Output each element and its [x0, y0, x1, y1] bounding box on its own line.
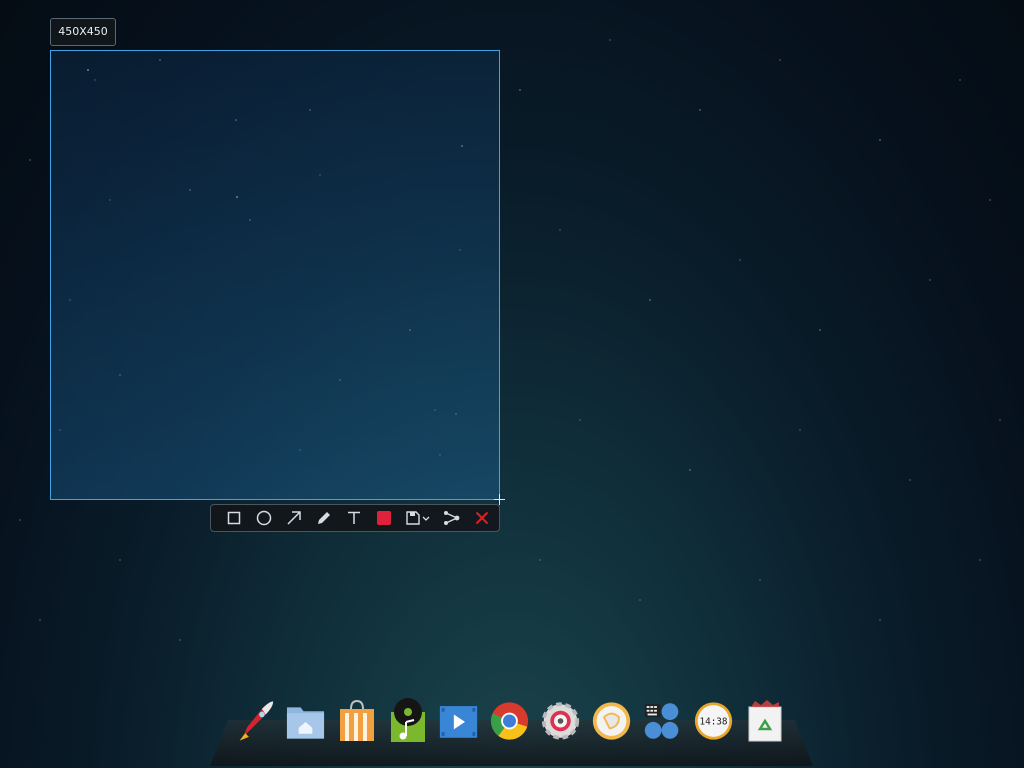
keyboard-icon [644, 703, 679, 739]
save-icon [406, 511, 430, 525]
dock-item-clock[interactable]: 14:38 [693, 698, 734, 744]
capture-selection-area[interactable] [50, 50, 500, 500]
home-folder-icon [286, 707, 325, 739]
dock-item-music-player[interactable] [387, 698, 428, 744]
color-swatch-icon [377, 511, 391, 525]
rectangle-tool[interactable] [219, 505, 249, 531]
desktop: 450X450 14:38 [0, 0, 1024, 768]
share-icon [444, 511, 460, 525]
dock-item-video-player[interactable] [438, 698, 479, 744]
ellipse-icon [256, 510, 272, 526]
dock-item-app-store[interactable] [336, 698, 377, 744]
trash-icon [748, 700, 781, 742]
shopping-bag-icon [339, 699, 374, 741]
color-picker[interactable] [369, 505, 399, 531]
clock-icon: 14:38 [694, 702, 733, 740]
dock-item-chat[interactable] [591, 698, 632, 744]
save-tool[interactable] [399, 505, 437, 531]
dock: 14:38 [210, 698, 813, 768]
dock-item-input-method[interactable] [642, 698, 683, 744]
annotation-toolbar [210, 504, 500, 532]
pen-tool[interactable] [309, 505, 339, 531]
pencil-icon [318, 512, 330, 524]
chrome-icon [490, 702, 529, 740]
close-icon [475, 511, 489, 525]
dock-item-chrome[interactable] [489, 698, 530, 744]
close-tool[interactable] [467, 505, 497, 531]
text-tool[interactable] [339, 505, 369, 531]
ellipse-tool[interactable] [249, 505, 279, 531]
arrow-icon [287, 511, 301, 525]
text-icon [348, 511, 360, 524]
rectangle-icon [227, 511, 241, 525]
dock-item-file-manager[interactable] [285, 698, 326, 744]
music-icon [390, 698, 425, 742]
clock-time-text: 14:38 [700, 717, 728, 728]
dock-item-launcher[interactable] [234, 698, 275, 744]
arrow-tool[interactable] [279, 505, 309, 531]
dock-item-system-settings[interactable] [540, 698, 581, 744]
chat-icon [592, 702, 631, 740]
selection-size-label: 450X450 [50, 18, 116, 46]
share-tool[interactable] [437, 505, 467, 531]
dock-item-trash[interactable] [744, 698, 785, 744]
video-icon [439, 706, 478, 738]
rocket-icon [239, 701, 274, 741]
gear-icon [541, 702, 580, 740]
